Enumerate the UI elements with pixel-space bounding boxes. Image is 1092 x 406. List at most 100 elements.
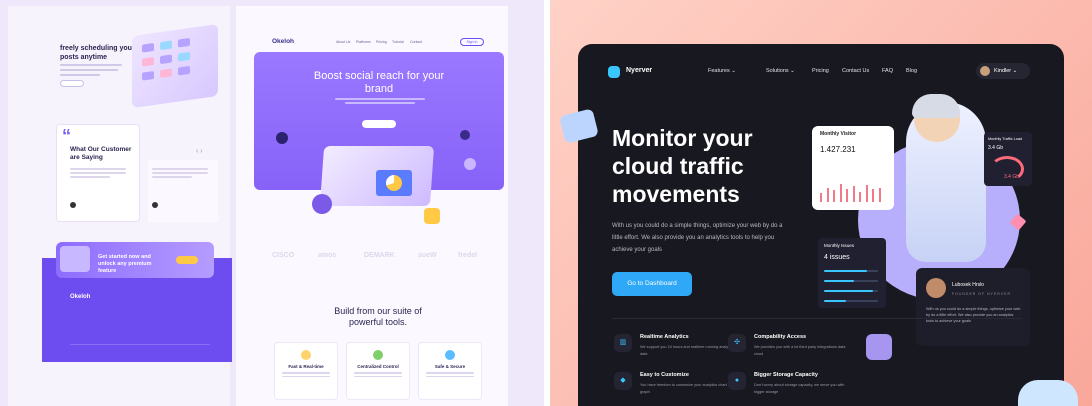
scheduling-title: freely scheduling your posts anytime	[60, 45, 135, 61]
brand-logo-amos: amos	[318, 252, 337, 259]
brand-logo-demark: DEMARK	[364, 252, 395, 259]
storage-icon: ●	[728, 372, 746, 390]
shield-icon	[445, 350, 455, 360]
hero-title: Monitor your cloud traffic movements	[612, 125, 753, 207]
avatar	[980, 66, 990, 76]
testimonials-title: What Our Customer are Saying	[70, 146, 132, 161]
hero-title: Boost social reach for your brand	[313, 70, 445, 95]
site-logo[interactable]: Okeloh	[272, 38, 294, 45]
feature-desc: We provides you with a lot third party i…	[754, 345, 846, 356]
scheduling-button[interactable]	[60, 80, 84, 87]
feature-title: Centralized Control	[357, 364, 399, 369]
brand-name[interactable]: Nyerver	[626, 67, 652, 74]
brush-icon: ◆	[614, 372, 632, 390]
calendar-illustration	[132, 23, 218, 109]
avatar	[70, 202, 76, 208]
section-divider	[612, 318, 1022, 319]
visitor-bar	[826, 187, 829, 202]
issue-progress-bar	[824, 280, 878, 282]
quote-icon: “	[62, 126, 71, 146]
avatar	[152, 202, 158, 208]
brand-logo-cisco: CISCO	[272, 252, 295, 259]
issue-progress-bar	[824, 290, 878, 292]
traffic-card-title: Monthly Traffic Load	[988, 137, 1023, 141]
visitor-bar	[859, 191, 861, 202]
visitor-card-value: 1.427.231	[820, 145, 856, 154]
traffic-gauge-value: 3.4 Gb	[1004, 174, 1020, 180]
feature-title: Bigger Storage Capacity	[754, 372, 818, 378]
visitor-bar	[872, 189, 874, 202]
banner-button[interactable]	[176, 256, 198, 264]
feature-text	[426, 372, 474, 379]
visitor-bar	[865, 185, 868, 202]
carousel-arrows[interactable]: ‹ ›	[196, 148, 203, 155]
hero-text-lines	[330, 98, 430, 106]
user-name[interactable]: Kindler ⌄	[994, 68, 1017, 74]
feature-text	[282, 372, 330, 379]
nav-item-features[interactable]: Features ⌄	[708, 68, 736, 74]
visitor-bar	[878, 187, 881, 202]
banner-text: Get started now and unlock any premium f…	[98, 254, 152, 274]
pie-chart-icon	[376, 170, 412, 196]
nav-item-tutorial[interactable]: Tutorial	[392, 40, 404, 44]
hero-subtitle: With us you could do a simple things, op…	[612, 223, 783, 253]
signin-button[interactable]: Sign In	[460, 38, 484, 46]
nyerver-logo-icon[interactable]	[608, 66, 620, 78]
feature-text	[354, 372, 402, 379]
testimonial-text-2	[152, 168, 208, 180]
nav-item-pricing[interactable]: Pricing	[376, 40, 387, 44]
visitor-bar	[839, 183, 842, 202]
nav-item-faq[interactable]: FAQ	[882, 68, 893, 74]
scheduling-text-lines	[60, 64, 122, 79]
visitor-bar	[852, 186, 855, 202]
feature-title: Realtime Analytics	[640, 334, 689, 340]
deco-cube	[866, 334, 892, 360]
monthly-visitor-card	[812, 126, 894, 210]
visitor-bar	[846, 189, 848, 202]
feature-title: Compability Access	[754, 334, 807, 340]
visitor-card-title: Monthly Visitor	[820, 131, 857, 137]
gear-icon	[373, 350, 383, 360]
review-text: With us you could do a simple things, op…	[926, 307, 1021, 323]
visitor-bar	[820, 192, 822, 202]
visitor-bar	[833, 190, 835, 202]
plug-icon: ✣	[728, 334, 746, 352]
feature-desc: Don't worry about storage capacity, we s…	[754, 383, 845, 394]
feature-title: Easy to Customize	[640, 372, 689, 378]
feature-desc: We support you 24 hours and realtime run…	[640, 345, 734, 356]
nav-item-platforms[interactable]: Platforms	[356, 40, 371, 44]
footer-links	[110, 294, 220, 324]
testimonial-text	[70, 168, 126, 180]
deco-ball	[460, 130, 470, 140]
issues-card-value: 4 issues	[824, 254, 850, 261]
reviewer-role: FOUNDER OF NYERVER	[952, 292, 1011, 296]
visitor-bars	[820, 176, 886, 202]
nav-item-pricing[interactable]: Pricing	[812, 68, 829, 74]
deco-ball	[276, 132, 288, 144]
feature-title: Fast & Real-time	[288, 364, 324, 369]
issue-progress-bar	[824, 270, 878, 272]
issue-progress-bar	[824, 300, 878, 302]
instagram-icon	[464, 158, 476, 170]
deco-ring	[312, 194, 332, 214]
nav-item-contact[interactable]: Contact Us	[842, 68, 869, 74]
avatar	[926, 278, 946, 298]
deco-cylinder	[424, 208, 440, 224]
issues-card-title: Monthly Issues	[824, 243, 855, 248]
footer-logo[interactable]: Okeloh	[70, 294, 90, 300]
go-to-dashboard-button[interactable]: Go to Dashboard	[612, 272, 692, 296]
nav-item-about[interactable]: About Us	[336, 40, 350, 44]
footer-divider	[70, 344, 210, 345]
reviewer-name: Lubosek Hrslo	[952, 282, 984, 288]
hourglass-icon	[301, 350, 311, 360]
nav-item-contact[interactable]: Contact	[410, 40, 422, 44]
nav-item-solutions[interactable]: Solutions ⌄	[766, 68, 795, 74]
deco-shape	[1018, 380, 1078, 406]
feature-desc: You have freedom to customize your analy…	[640, 383, 735, 394]
brand-logo-suew: sueW	[418, 252, 437, 259]
megaphone-icon	[60, 246, 90, 272]
hero-button[interactable]	[362, 120, 396, 128]
traffic-card-value: 3.4 Gb	[988, 145, 1004, 151]
build-section-title: Build from our suite of powerful tools.	[334, 306, 422, 327]
nav-item-blog[interactable]: Blog	[906, 68, 917, 74]
